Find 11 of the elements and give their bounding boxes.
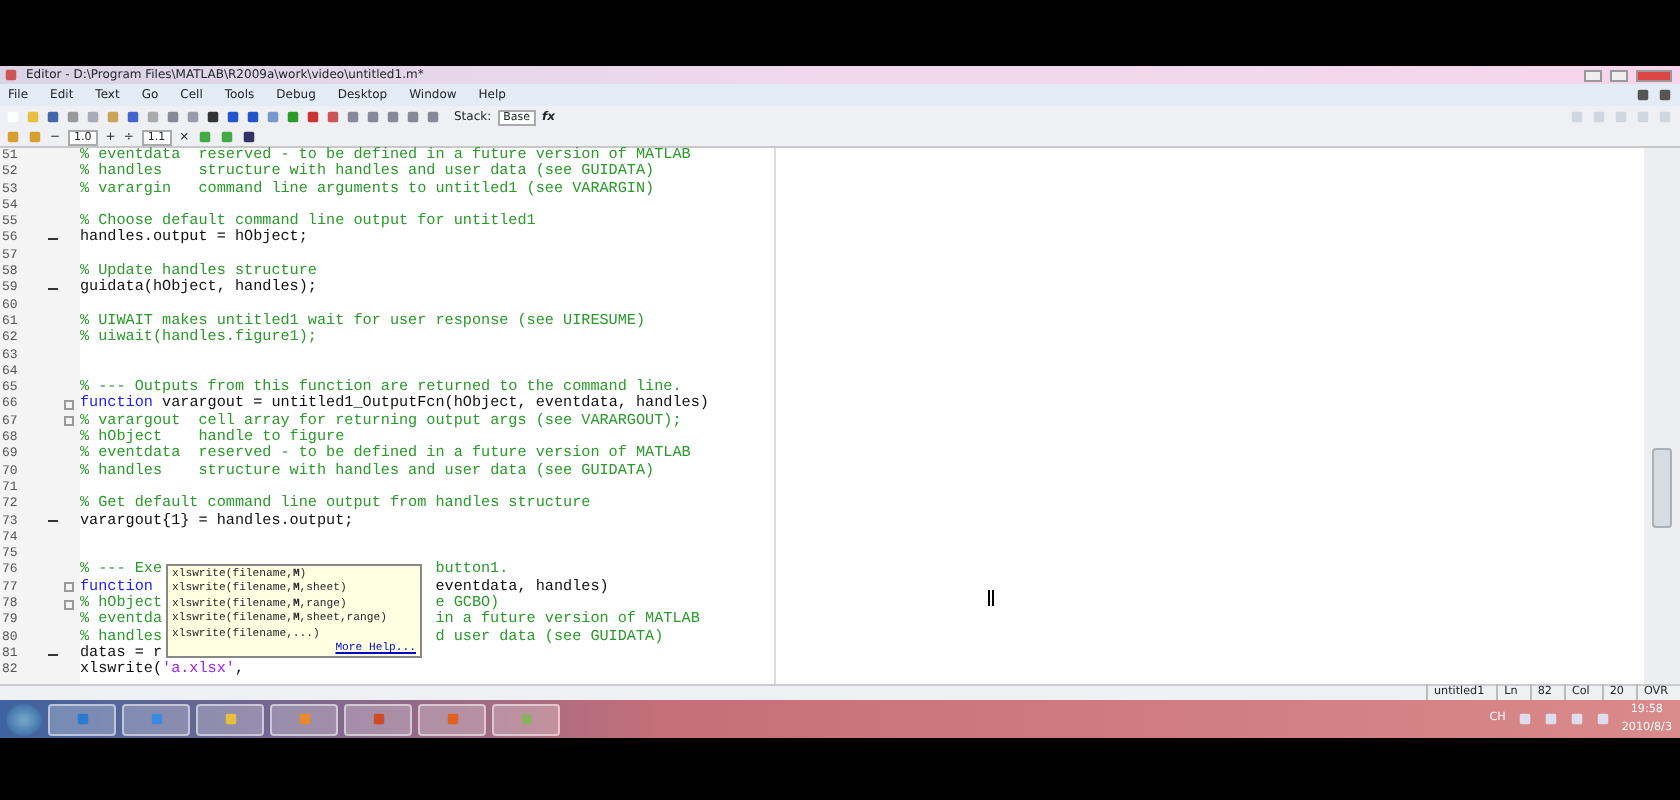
- vertical-scrollbar[interactable]: [1644, 148, 1680, 684]
- minimize-button[interactable]: [1584, 69, 1602, 81]
- close-button[interactable]: [1636, 69, 1672, 81]
- start-button[interactable]: [6, 703, 42, 735]
- fold-toggle[interactable]: [64, 599, 74, 610]
- fold-toggle[interactable]: [64, 416, 74, 427]
- fold-toggle[interactable]: [64, 400, 74, 411]
- maximize-button[interactable]: [1610, 69, 1628, 81]
- text-cursor-icon: [988, 590, 994, 606]
- fold-toggle[interactable]: [64, 582, 74, 593]
- scrollbar-thumb[interactable]: [1652, 448, 1672, 528]
